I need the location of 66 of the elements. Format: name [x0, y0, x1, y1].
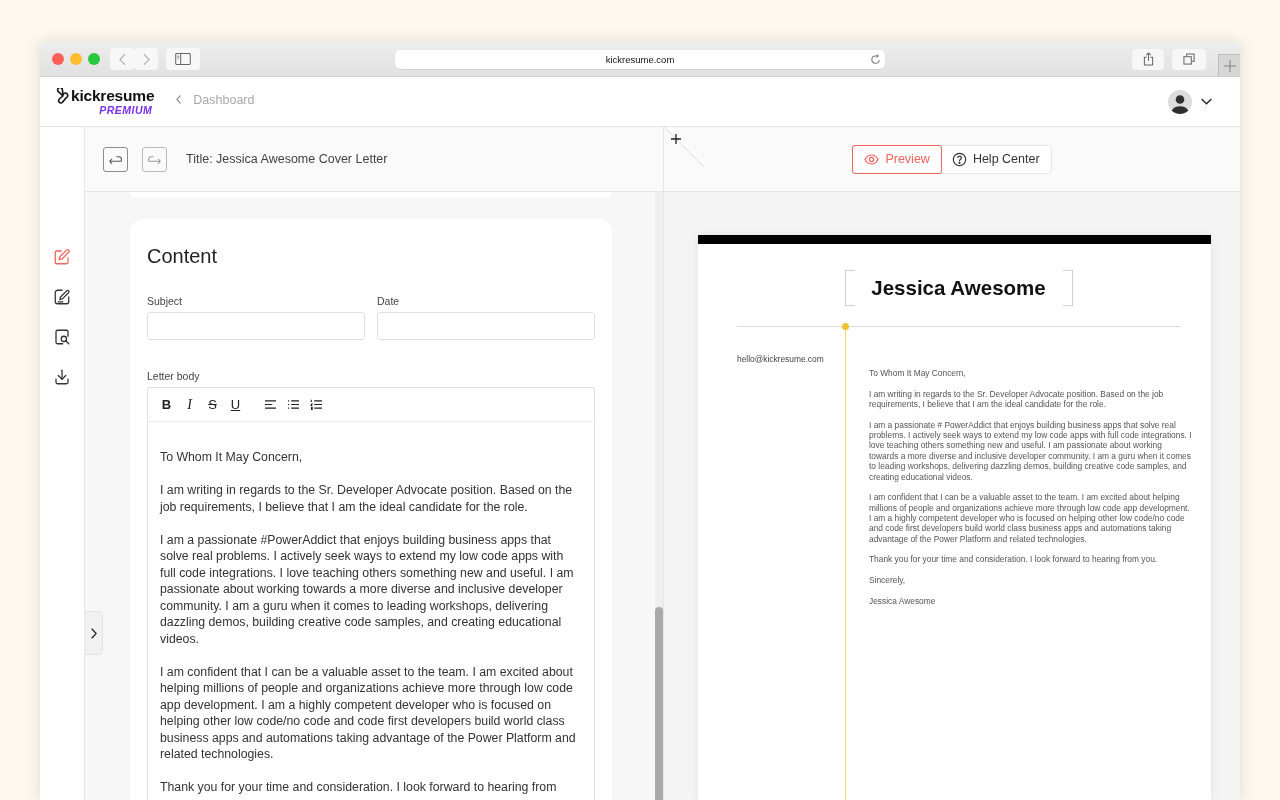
chevron-right-icon [90, 627, 97, 639]
avatar-icon[interactable] [1168, 89, 1192, 114]
letter-paragraph: Thank you for your time and consideration. I look forward to hearing from [160, 779, 558, 796]
logo-wordmark: kickresume [71, 87, 155, 104]
bullet-list-icon [287, 399, 300, 410]
edit-icon [53, 248, 71, 266]
document-name: Jessica Awesome [844, 270, 1073, 306]
sidebar-design-button[interactable] [53, 288, 71, 306]
strike-button[interactable]: S [201, 393, 224, 416]
document-search-icon [53, 328, 71, 346]
field-label: Subject [147, 295, 183, 307]
pencil-square-icon [53, 288, 71, 306]
section-heading: Content [147, 244, 218, 268]
chevron-down-icon[interactable] [1201, 98, 1212, 105]
redo-icon [147, 153, 162, 165]
letter-paragraph: I am a passionate #PowerAddict that enjoys building business apps that solve real problems. I actively seek ways to extend my low code apps with full code integrations. I love teaching others something new and useful. I am passionate about working towards a more diverse and inclusive developer community. I am a guru when it comes to leading workshops, delivering dazzling demos, building creative code samples, and creating educational videos. [160, 531, 575, 647]
chevron-left-icon [176, 95, 182, 104]
field-label: Date [377, 295, 400, 307]
letter-paragraph: Thank you for your time and consideration. I look forward to hearing from you. [869, 554, 1159, 565]
letter-paragraph: I am confident that I can be a valuable asset to the team. I am excited about helping millions of people and organizations achieve more through low code app development. I am a highly competent developer who is focused on helping other low code/no code and code first developers build world class business apps and automations taking advantage of the Power Platform and related technologies. [869, 492, 1191, 545]
address-bar[interactable]: kickresume.com [395, 49, 885, 69]
close-window-icon[interactable] [52, 53, 64, 65]
sidebar-edit-button[interactable] [53, 248, 71, 266]
text-input-field[interactable] [147, 312, 365, 340]
bold-button[interactable]: B [155, 393, 178, 416]
overlapping-squares-icon [1183, 53, 1195, 65]
underline-button[interactable]: U [224, 393, 247, 416]
letter-paragraph: I am a passionate # PowerAddict that enjoys building business apps that solve real problems. I actively seek ways to extend my low code apps with full code integrations. I love teaching others something new and useful. I am passionate about working towards a more diverse and inclusive developer community. I am a guru when it comes to leading workshops, delivering dazzling demos, building creative code samples, and creating educational videos. [869, 419, 1193, 483]
text-input-field[interactable] [377, 312, 595, 340]
italic-button[interactable]: I [178, 393, 201, 416]
chevron-right-icon [142, 52, 150, 66]
plan-label: PREMIUM [99, 104, 153, 116]
help-icon [951, 151, 967, 167]
undo-button[interactable] [103, 146, 128, 172]
plus-icon [671, 134, 681, 144]
letter-paragraph: Jessica Awesome [869, 595, 937, 607]
document-title[interactable]: Title: Jessica Awesome Cover Letter [186, 152, 388, 166]
align-left-icon [264, 399, 277, 410]
share-icon [1142, 52, 1154, 66]
scrollbar-track[interactable] [655, 192, 663, 800]
letter-paragraph: I am writing in regards to the Sr. Developer Advocate position. Based on the job requirements, I believe that I am the ideal candidate for the role. [160, 482, 574, 515]
plus-icon [1223, 59, 1236, 72]
sidebar-icon [175, 53, 191, 65]
expand-panel-button[interactable] [85, 611, 103, 655]
letter-paragraph: I am confident that I can be a valuable asset to the team. I am excited about helping millions of people and organizations achieve more through low code app development. I am a highly competent developer who is focused on helping other low code/no code and code first developers build world class business apps and automations taking advantage of the Power Platform and related technologies. [160, 663, 577, 763]
sidebar-toggle-button[interactable] [166, 48, 200, 70]
letter-paragraph: Sincerely, [869, 575, 907, 586]
numbered-list-icon [310, 399, 323, 410]
logo-icon [54, 87, 69, 104]
undo-icon [108, 153, 123, 165]
letter-paragraph: To Whom It May Concern, [869, 368, 967, 379]
contact-email: hello@kickresume.com [737, 354, 824, 364]
reload-icon[interactable] [870, 53, 881, 65]
timeline-dot-icon [842, 323, 849, 330]
share-button[interactable] [1132, 48, 1164, 70]
sidebar-download-button[interactable] [53, 368, 71, 386]
tabs-overview-button[interactable] [1172, 48, 1206, 70]
download-icon [53, 368, 71, 386]
field-label: Letter body [147, 370, 200, 382]
chevron-left-icon [118, 52, 126, 66]
scrollbar-thumb[interactable] [655, 607, 663, 800]
eye-icon [864, 151, 880, 167]
letter-paragraph: To Whom It May Concern, [160, 449, 304, 466]
help-center-tab[interactable]: Help Center [939, 144, 1052, 174]
letter-paragraph: I am writing in regards to the Sr. Developer Advocate position. Based on the job requirements, I believe that I am the ideal candidate for the role. [869, 388, 1165, 410]
sidebar-review-button[interactable] [53, 328, 71, 346]
